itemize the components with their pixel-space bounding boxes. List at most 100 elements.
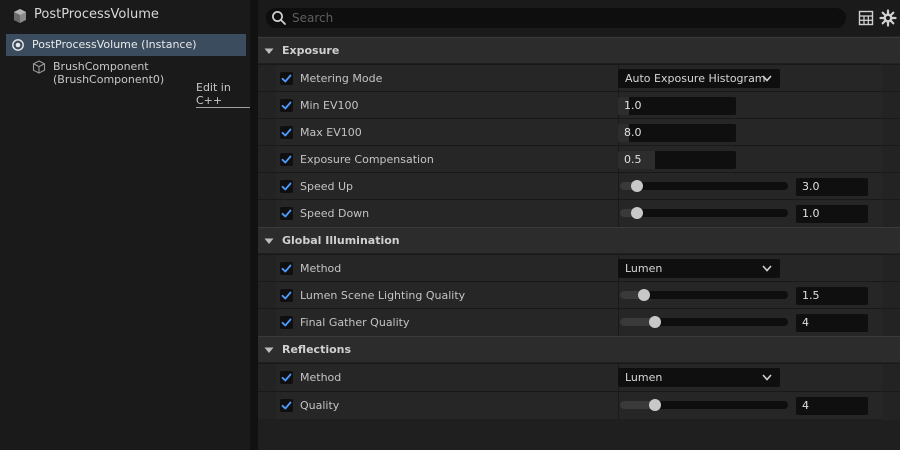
prop-row-speed-up: Speed Up 3.0 — [258, 172, 900, 200]
prop-label: Method — [300, 371, 342, 384]
prop-row-reflections-quality: Quality 4 — [258, 391, 900, 419]
speed-up-field[interactable]: 3.0 — [796, 178, 868, 196]
prop-label: Max EV100 — [300, 126, 362, 139]
checkmark-icon — [281, 209, 292, 218]
prop-label: Metering Mode — [300, 72, 383, 85]
override-checkbox[interactable] — [280, 153, 293, 166]
number-value: 0.5 — [624, 153, 642, 166]
prop-row-exposure-compensation: Exposure Compensation 0.5 — [258, 145, 900, 173]
section-exposure[interactable]: Exposure — [258, 37, 900, 63]
gear-icon[interactable] — [879, 9, 897, 27]
prop-label: Speed Up — [300, 180, 354, 193]
section-title: Exposure — [282, 44, 340, 57]
gi-method-dropdown[interactable]: Lumen — [618, 259, 780, 278]
tree-item-label: PostProcessVolume (Instance) — [32, 38, 197, 51]
number-value: 8.0 — [624, 126, 642, 139]
search-input[interactable] — [292, 8, 832, 28]
panel-splitter[interactable] — [250, 0, 258, 450]
prop-label: Quality — [300, 399, 340, 412]
section-title: Reflections — [282, 343, 352, 356]
reflections-quality-slider[interactable] — [620, 399, 788, 411]
final-gather-quality-slider[interactable] — [620, 316, 788, 328]
prop-label: Final Gather Quality — [300, 316, 410, 329]
prop-label: Lumen Scene Lighting Quality — [300, 289, 466, 302]
checkmark-icon — [281, 101, 292, 110]
lumen-scene-lighting-quality-field[interactable]: 1.5 — [796, 287, 868, 305]
number-value: 1.0 — [624, 99, 642, 112]
prop-row-speed-down: Speed Down 1.0 — [258, 199, 900, 227]
dropdown-value: Auto Exposure Histogram — [625, 72, 766, 85]
checkmark-icon — [281, 74, 292, 83]
table-view-icon[interactable] — [858, 10, 874, 26]
actor-title: PostProcessVolume — [34, 7, 159, 22]
final-gather-quality-field[interactable]: 4 — [796, 314, 868, 332]
checkmark-icon — [281, 318, 292, 327]
edit-in-cpp-link[interactable]: Edit in C++ — [196, 81, 250, 108]
chevron-down-icon — [762, 374, 772, 381]
chevron-down-icon — [762, 265, 772, 272]
slider-handle[interactable] — [630, 207, 643, 219]
prop-row-lumen-scene-lighting-quality: Lumen Scene Lighting Quality 1.5 — [258, 281, 900, 309]
search-box[interactable] — [266, 8, 846, 28]
section-title: Global Illumination — [282, 234, 400, 247]
checkmark-icon — [281, 373, 292, 382]
lumen-scene-lighting-quality-slider[interactable] — [620, 289, 788, 301]
exposure-compensation-field[interactable]: 0.5 — [618, 151, 736, 169]
details-toolbar — [258, 0, 900, 36]
number-value: 3.0 — [802, 180, 820, 193]
slider-handle[interactable] — [637, 289, 650, 301]
checkmark-icon — [281, 264, 292, 273]
checkmark-icon — [281, 401, 292, 410]
slider-handle[interactable] — [630, 180, 643, 192]
number-value: 1.5 — [802, 289, 820, 302]
prop-row-final-gather-quality: Final Gather Quality 4 — [258, 308, 900, 336]
tree-item-instance[interactable]: PostProcessVolume (Instance) — [6, 34, 246, 56]
prop-row-metering-mode: Metering Mode Auto Exposure Histogram — [258, 64, 900, 92]
speed-up-slider[interactable] — [620, 180, 788, 192]
override-checkbox[interactable] — [280, 262, 293, 275]
component-tree: PostProcessVolume (Instance) BrushCompon… — [6, 34, 246, 86]
override-checkbox[interactable] — [280, 207, 293, 220]
tree-item-brush-component[interactable]: BrushComponent (BrushComponent0) — [6, 56, 246, 86]
chevron-down-icon — [762, 75, 772, 82]
dropdown-value: Lumen — [625, 262, 663, 275]
max-ev100-field[interactable]: 8.0 — [618, 124, 736, 142]
speed-down-field[interactable]: 1.0 — [796, 205, 868, 223]
override-checkbox[interactable] — [280, 126, 293, 139]
instance-root-icon — [12, 39, 24, 51]
prop-row-min-ev100: Min EV100 1.0 — [258, 91, 900, 119]
brush-cube-icon — [32, 60, 46, 74]
override-checkbox[interactable] — [280, 399, 293, 412]
metering-mode-dropdown[interactable]: Auto Exposure Histogram — [618, 69, 780, 88]
chevron-down-icon — [264, 48, 274, 54]
components-panel: PostProcessVolume PostProcessVolume (Ins… — [0, 0, 250, 450]
override-checkbox[interactable] — [280, 316, 293, 329]
number-value: 1.0 — [802, 207, 820, 220]
override-checkbox[interactable] — [280, 180, 293, 193]
override-checkbox[interactable] — [280, 289, 293, 302]
prop-label: Speed Down — [300, 207, 370, 220]
min-ev100-field[interactable]: 1.0 — [618, 97, 736, 115]
checkmark-icon — [281, 128, 292, 137]
override-checkbox[interactable] — [280, 99, 293, 112]
actor-cube-icon — [14, 9, 26, 23]
chevron-down-icon — [264, 238, 274, 244]
section-reflections[interactable]: Reflections — [258, 336, 900, 362]
dropdown-value: Lumen — [625, 371, 663, 384]
reflections-quality-field[interactable]: 4 — [796, 397, 868, 415]
checkmark-icon — [281, 155, 292, 164]
number-value: 4 — [802, 399, 809, 412]
prop-label: Min EV100 — [300, 99, 359, 112]
checkmark-icon — [281, 291, 292, 300]
speed-down-slider[interactable] — [620, 207, 788, 219]
prop-label: Exposure Compensation — [300, 153, 434, 166]
section-global-illumination[interactable]: Global Illumination — [258, 227, 900, 253]
panel-header: PostProcessVolume — [0, 0, 250, 32]
prop-row-reflections-method: Method Lumen — [258, 363, 900, 391]
override-checkbox[interactable] — [280, 72, 293, 85]
prop-row-gi-method: Method Lumen — [258, 254, 900, 282]
prop-label: Method — [300, 262, 342, 275]
chevron-down-icon — [264, 347, 274, 353]
override-checkbox[interactable] — [280, 371, 293, 384]
reflections-method-dropdown[interactable]: Lumen — [618, 368, 780, 387]
